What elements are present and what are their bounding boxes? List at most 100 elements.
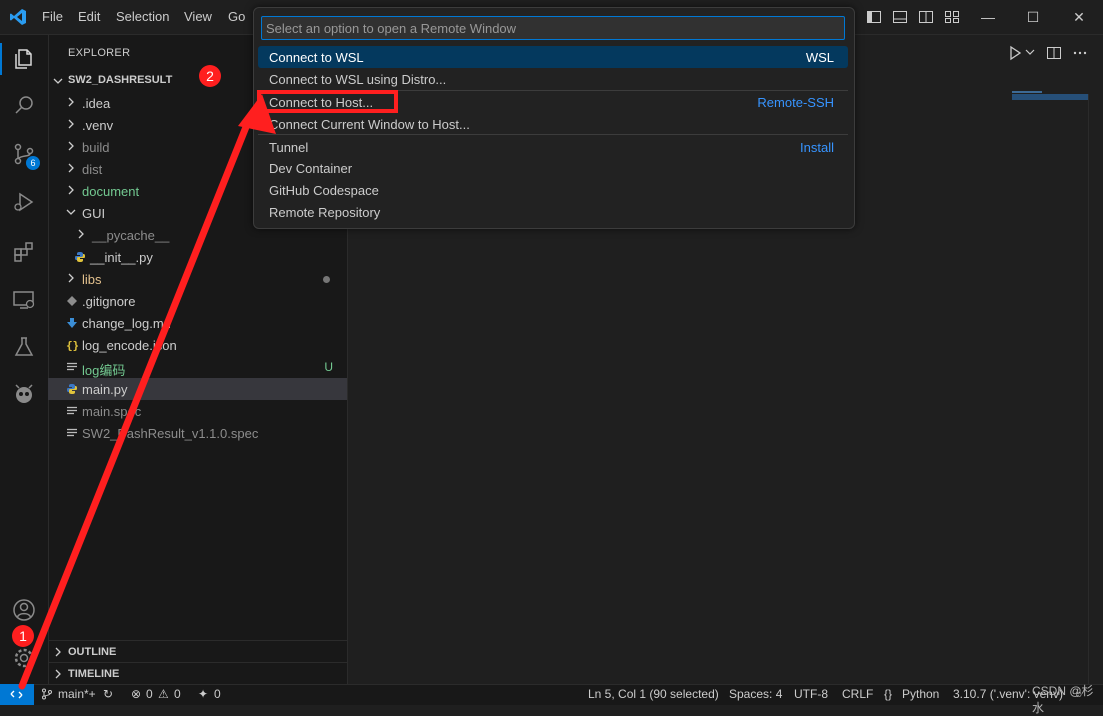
extensions-icon[interactable] [12, 240, 36, 264]
tree-file[interactable]: main.spec [48, 400, 347, 422]
warning-count[interactable]: 0 [174, 687, 181, 701]
tree-item-label: SW2_DashResult_v1.1.0.spec [82, 426, 259, 441]
chevron-right-icon [68, 273, 74, 283]
accounts-icon[interactable] [12, 598, 36, 622]
tree-item-label: __init__.py [90, 250, 153, 265]
quick-pick-item-detail: Remote-SSH [757, 95, 834, 110]
tree-file[interactable]: main.py [48, 378, 347, 400]
quick-pick-item[interactable]: Connect to WSL WSL [258, 46, 848, 68]
error-count[interactable]: 0 [146, 687, 153, 701]
minimap-slider[interactable] [1012, 94, 1088, 100]
quick-pick-item-detail: Install [800, 140, 834, 155]
menu-go[interactable]: Go [228, 9, 245, 24]
tree-file[interactable]: {} log_encode.json [48, 334, 347, 356]
tree-item-label: .venv [82, 118, 114, 133]
vscode-logo-icon [10, 9, 26, 25]
tree-file[interactable]: __init__.py [48, 246, 347, 268]
remote-icon [10, 690, 23, 699]
sync-icon[interactable]: ↻ [103, 687, 113, 701]
platformio-icon[interactable] [12, 383, 36, 407]
quick-pick-item[interactable]: Dev Container [258, 157, 848, 179]
menu-view[interactable]: View [184, 9, 212, 24]
ports-count[interactable]: 0 [214, 687, 221, 701]
timeline-label: TIMELINE [68, 668, 120, 680]
menu-selection[interactable]: Selection [116, 9, 169, 24]
chevron-down-icon [53, 78, 63, 84]
quick-pick-item-label: Connect to WSL [269, 50, 364, 65]
toggle-panel-icon[interactable] [892, 9, 908, 25]
quick-pick-item-label: GitHub Codespace [269, 183, 379, 198]
python-file-icon [67, 384, 77, 394]
tree-item-label: build [82, 140, 110, 155]
tree-item-label: document [82, 184, 140, 199]
more-actions-icon[interactable] [1072, 45, 1088, 61]
toggle-primary-sidebar-icon[interactable] [866, 9, 882, 25]
eol-status[interactable]: CRLF [842, 687, 873, 701]
chevron-right-icon [68, 163, 74, 173]
quick-pick-item-detail: WSL [805, 50, 834, 65]
outline-section[interactable]: OUTLINE [49, 640, 347, 663]
language-mode[interactable]: Python [902, 687, 939, 701]
text-file-icon [67, 406, 77, 415]
editor-scrollbar[interactable] [1088, 94, 1089, 684]
manage-gear-icon[interactable] [12, 646, 36, 670]
testing-icon[interactable] [12, 335, 36, 359]
outline-label: OUTLINE [68, 646, 117, 658]
scm-badge: 6 [26, 156, 40, 170]
encoding-status[interactable]: UTF-8 [794, 687, 828, 701]
explorer-icon[interactable] [12, 47, 36, 71]
language-braces-icon[interactable]: {} [884, 687, 892, 701]
customize-layout-icon[interactable] [944, 9, 960, 25]
branch-icon [42, 688, 52, 700]
git-file-icon [67, 296, 77, 306]
git-branch-status[interactable]: main*+ [58, 687, 96, 701]
quick-pick-item[interactable]: Tunnel Install [258, 136, 848, 158]
minimap-content [1012, 91, 1042, 93]
chevron-right-icon [68, 97, 74, 107]
warning-icon[interactable]: ⚠ [158, 687, 169, 701]
run-python-file-icon[interactable] [1007, 45, 1023, 61]
quick-pick-item[interactable]: Connect Current Window to Host... [258, 113, 848, 135]
quick-pick-input[interactable] [261, 16, 845, 40]
menu-file[interactable]: File [42, 9, 63, 24]
quick-pick-item-label: Dev Container [269, 161, 353, 176]
error-icon[interactable]: ⊗ [131, 687, 141, 701]
minimize-button[interactable]: — [968, 4, 1008, 30]
workspace-root-label: SW2_DASHRESULT [68, 74, 173, 86]
tree-item-label: GUI [82, 206, 106, 221]
maximize-button[interactable]: ☐ [1013, 4, 1053, 30]
run-debug-icon[interactable] [12, 190, 36, 214]
run-dropdown-chevron-icon[interactable] [1025, 47, 1035, 57]
menu-edit[interactable]: Edit [78, 9, 100, 24]
tree-item-label: __pycache__ [92, 228, 170, 243]
tree-item-label: log编码 [82, 363, 126, 378]
markdown-file-icon [67, 318, 77, 328]
tree-file[interactable]: SW2_DashResult_v1.1.0.spec [48, 422, 347, 444]
tree-folder[interactable]: libs [48, 268, 347, 290]
timeline-section[interactable]: TIMELINE [49, 662, 347, 685]
cursor-position[interactable]: Ln 5, Col 1 (90 selected) [588, 687, 719, 701]
indentation-status[interactable]: Spaces: 4 [729, 687, 782, 701]
quick-pick-item[interactable]: GitHub Codespace [258, 179, 848, 201]
quick-pick-item[interactable]: Connect to WSL using Distro... [258, 68, 848, 90]
search-icon[interactable] [12, 93, 36, 117]
tree-item-label: main.py [82, 382, 128, 397]
tree-file[interactable]: log编码 U [48, 356, 347, 378]
tree-file[interactable]: .gitignore [48, 290, 347, 312]
tree-file[interactable]: change_log.md [48, 312, 347, 334]
active-view-indicator [0, 43, 2, 75]
explorer-title: EXPLORER [68, 47, 131, 59]
quick-pick-item[interactable]: Remote Repository [258, 201, 848, 223]
tree-item-label: log_encode.json [82, 338, 177, 353]
close-button[interactable]: ✕ [1059, 4, 1099, 30]
notifications-bell-icon[interactable]: ○ [1075, 687, 1082, 701]
remote-explorer-icon[interactable] [12, 288, 36, 312]
tree-item-label: dist [82, 162, 103, 177]
ports-icon[interactable]: ✦ [198, 687, 208, 701]
quick-pick-item-label: Connect to WSL using Distro... [269, 72, 447, 87]
toggle-secondary-sidebar-icon[interactable] [918, 9, 934, 25]
remote-indicator-button[interactable] [0, 684, 34, 705]
split-editor-icon[interactable] [1046, 45, 1062, 61]
chevron-right-icon [68, 119, 74, 129]
quick-pick-separator [258, 134, 848, 135]
